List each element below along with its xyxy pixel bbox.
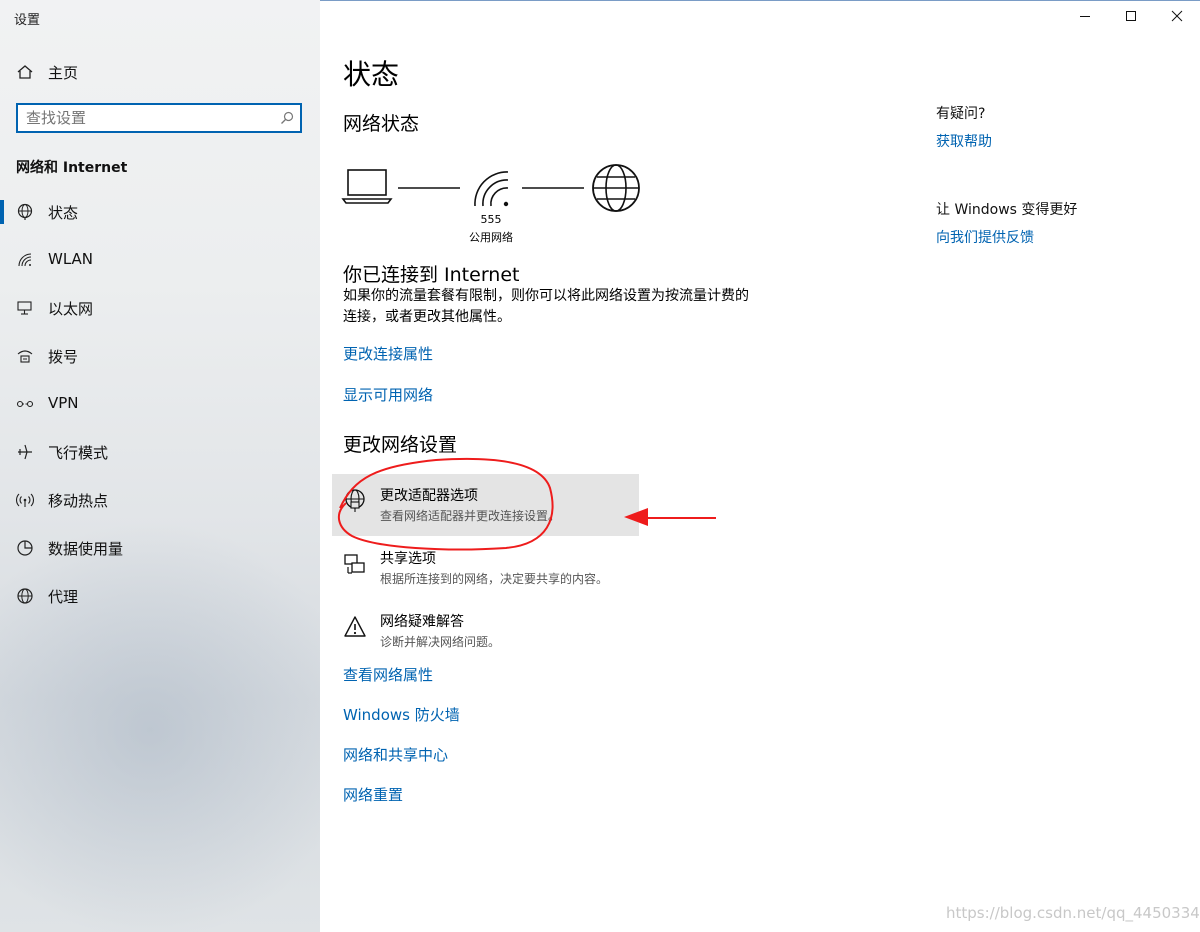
sidebar-item-label: WLAN [48, 250, 94, 268]
wifi-signal-icon [474, 171, 509, 207]
dialup-icon [17, 350, 33, 363]
internet-globe-icon [592, 164, 640, 212]
sidebar-item-airplane[interactable]: 飞行模式 [0, 432, 320, 472]
close-button[interactable] [1154, 0, 1200, 32]
get-help-link[interactable]: 获取帮助 [936, 131, 992, 151]
sidebar-item-label: 数据使用量 [48, 540, 124, 558]
airplane-icon [18, 444, 32, 460]
sidebar-item-label: 代理 [48, 588, 79, 606]
sidebar-item-label: 主页 [48, 64, 79, 82]
globe-icon [17, 588, 33, 604]
sidebar-item-label: 飞行模式 [48, 444, 109, 462]
network-name: 555 [480, 213, 502, 226]
improve-windows-text: 让 Windows 变得更好 [936, 202, 1078, 218]
wifi-icon [18, 253, 32, 267]
minimize-icon [1080, 16, 1090, 17]
sidebar-item-status[interactable]: 状态 [0, 192, 320, 232]
globe-status-icon [17, 203, 33, 220]
network-status-heading: 网络状态 [343, 113, 420, 135]
close-icon [1171, 10, 1183, 22]
minimize-button[interactable] [1062, 0, 1108, 32]
red-annotation [337, 457, 716, 551]
sidebar-item-label: VPN [48, 394, 79, 412]
give-feedback-link[interactable]: 向我们提供反馈 [936, 227, 1034, 247]
watermark: https://blog.csdn.net/qq_44503344 [946, 904, 1200, 922]
search-icon [281, 111, 294, 124]
annotation-circle [337, 457, 554, 551]
option-subtitle: 诊断并解决网络问题。 [380, 635, 501, 649]
warning-icon [344, 616, 366, 637]
sidebar-item-proxy[interactable]: 代理 [0, 576, 320, 616]
sidebar-item-ethernet[interactable]: 以太网 [0, 288, 320, 328]
maximize-icon [1126, 11, 1136, 21]
option-title: 网络疑难解答 [380, 614, 464, 630]
windows-firewall-link[interactable]: Windows 防火墙 [343, 704, 460, 725]
annotation-arrow-head [624, 508, 648, 526]
search-field[interactable] [16, 103, 302, 133]
sidebar-item-dialup[interactable]: 拨号 [0, 336, 320, 376]
sidebar-item-home[interactable]: 主页 [0, 52, 320, 92]
home-icon [17, 65, 33, 79]
network-reset-link[interactable]: 网络重置 [343, 784, 403, 805]
sidebar-item-label: 移动热点 [48, 492, 109, 510]
help-question: 有疑问? [936, 106, 986, 122]
show-available-networks-link[interactable]: 显示可用网络 [343, 384, 433, 405]
view-network-properties-link[interactable]: 查看网络属性 [343, 664, 433, 685]
page-title: 状态 [343, 58, 400, 91]
network-diagram [341, 164, 640, 212]
app-title: 设置 [14, 13, 41, 28]
sidebar-item-vpn[interactable]: VPN [0, 384, 320, 424]
option-subtitle: 根据所连接到的网络，决定要共享的内容。 [380, 572, 609, 586]
sidebar-item-wlan[interactable]: WLAN [0, 240, 320, 280]
network-type: 公用网络 [469, 231, 513, 244]
ethernet-icon [17, 301, 32, 315]
data-usage-icon [17, 540, 33, 556]
sidebar-item-label: 以太网 [48, 300, 94, 318]
connected-description: 如果你的流量套餐有限制，则你可以将此网络设置为按流量计费的连接，或者更改其他属性… [343, 288, 749, 325]
network-sharing-center-link[interactable]: 网络和共享中心 [343, 744, 448, 765]
network-troubleshooter[interactable]: 网络疑难解答 诊断并解决网络问题。 [332, 600, 639, 662]
sidebar-item-label: 状态 [48, 204, 79, 222]
sidebar: 设置 主页 网络和 Internet 状态 WLAN 以太网 拨号 VPN 飞行… [0, 0, 320, 932]
sidebar-item-hotspot[interactable]: 移动热点 [0, 480, 320, 520]
connected-heading: 你已连接到 Internet [343, 264, 520, 286]
search-input[interactable] [26, 109, 266, 127]
vpn-icon [16, 400, 34, 408]
change-connection-properties-link[interactable]: 更改连接属性 [343, 343, 433, 364]
sidebar-item-data-usage[interactable]: 数据使用量 [0, 528, 320, 568]
sidebar-item-label: 拨号 [48, 348, 79, 366]
sidebar-section-title: 网络和 Internet [16, 160, 128, 176]
hotspot-icon [16, 493, 34, 507]
laptop-icon [341, 169, 393, 204]
maximize-button[interactable] [1108, 0, 1154, 32]
